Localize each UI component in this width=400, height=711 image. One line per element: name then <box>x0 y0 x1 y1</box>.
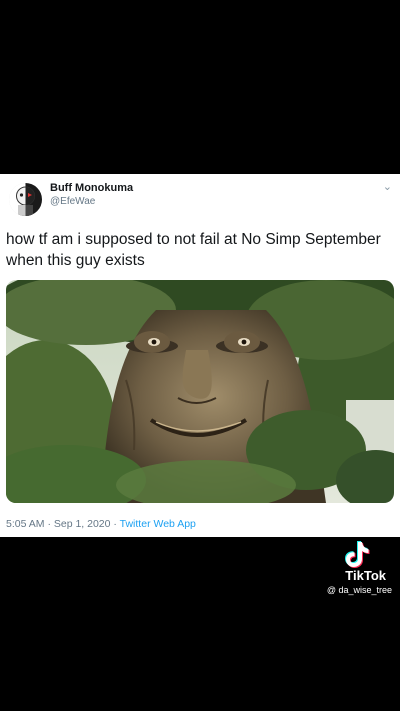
tiktok-logo-icon <box>345 541 370 568</box>
tweet-photo[interactable] <box>6 280 394 503</box>
avatar[interactable] <box>9 183 42 216</box>
user-handle[interactable]: @EfeWae <box>50 196 95 207</box>
tweet-meta: 5:05 AM · Sep 1, 2020 · Twitter Web App <box>6 518 196 530</box>
tweet-text: how tf am i supposed to not fail at No S… <box>6 231 381 269</box>
source-link[interactable]: Twitter Web App <box>120 518 196 530</box>
tiktok-username[interactable]: @ da_wise_tree <box>302 585 392 595</box>
tweet-card: Buff Monokuma @EfeWae ⌄ how tf am i supp… <box>0 174 400 537</box>
display-name[interactable]: Buff Monokuma <box>50 182 133 194</box>
wise-tree-image <box>6 280 394 503</box>
chevron-down-icon[interactable]: ⌄ <box>383 180 392 193</box>
timestamp[interactable]: 5:05 AM · Sep 1, 2020 · <box>6 518 120 530</box>
tiktok-brand: TikTok <box>345 568 386 583</box>
tiktok-watermark: TikTok @ da_wise_tree <box>302 540 392 595</box>
